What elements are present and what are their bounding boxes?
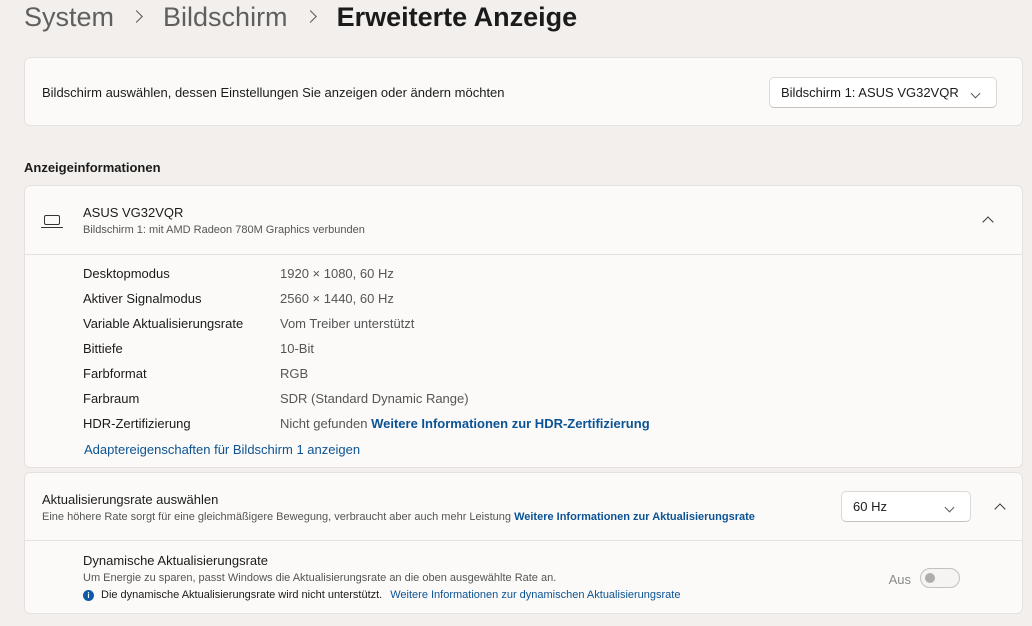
divider	[25, 540, 1022, 541]
dynamic-refresh-title: Dynamische Aktualisierungsrate	[83, 553, 268, 568]
chevron-up-icon	[982, 216, 994, 228]
chevron-down-icon	[970, 88, 981, 99]
refresh-rate-card: Aktualisierungsrate auswählen Eine höher…	[24, 472, 1023, 614]
display-info-header[interactable]: ASUS VG32VQR Bildschirm 1: mit AMD Radeo…	[25, 186, 1022, 255]
info-label-vrr: Variable Aktualisierungsrate	[83, 316, 244, 331]
refresh-rate-info-link[interactable]: Weitere Informationen zur Aktualisierung…	[514, 511, 755, 523]
breadcrumb-bildschirm[interactable]: Bildschirm	[163, 2, 288, 33]
dynamic-refresh-toggle-label: Aus	[888, 572, 911, 587]
device-name: ASUS VG32VQR	[83, 205, 184, 220]
info-value-vrr: Vom Treiber unterstützt	[280, 316, 415, 331]
refresh-rate-subtitle-text: Eine höhere Rate sorgt für eine gleichmä…	[42, 511, 511, 523]
info-value-hdr-cert: Nicht gefunden Weitere Informationen zur…	[280, 416, 650, 431]
laptop-icon	[41, 215, 63, 229]
adapter-properties-link[interactable]: Adaptereigenschaften für Bildschirm 1 an…	[84, 442, 360, 457]
collapse-refresh-rate-button[interactable]	[985, 492, 1015, 522]
info-value-desktop-mode: 1920 × 1080, 60 Hz	[280, 266, 394, 281]
dynamic-refresh-subtitle: Um Energie zu sparen, passt Windows die …	[83, 572, 557, 584]
hdr-cert-status: Nicht gefunden	[280, 416, 368, 431]
refresh-rate-value: 60 Hz	[853, 499, 887, 514]
breadcrumb-separator-icon	[130, 10, 143, 23]
info-label-signal-mode: Aktiver Signalmodus	[83, 291, 202, 306]
info-label-bit-depth: Bittiefe	[83, 341, 123, 356]
device-subtitle: Bildschirm 1: mit AMD Radeon 780M Graphi…	[83, 224, 365, 236]
refresh-rate-subtitle: Eine höhere Rate sorgt für eine gleichmä…	[42, 511, 755, 523]
dynamic-refresh-note-text: Die dynamische Aktualisierungsrate wird …	[101, 589, 383, 601]
refresh-rate-title: Aktualisierungsrate auswählen	[42, 492, 219, 507]
chevron-up-icon	[994, 503, 1006, 515]
info-value-signal-mode: 2560 × 1440, 60 Hz	[280, 291, 394, 306]
breadcrumb-system[interactable]: System	[24, 2, 114, 33]
info-value-color-space: SDR (Standard Dynamic Range)	[280, 391, 469, 406]
select-display-label: Bildschirm auswählen, dessen Einstellung…	[42, 85, 505, 100]
select-display-card: Bildschirm auswählen, dessen Einstellung…	[24, 57, 1023, 126]
info-label-color-space: Farbraum	[83, 391, 140, 406]
display-info-card: ASUS VG32VQR Bildschirm 1: mit AMD Radeo…	[24, 185, 1023, 468]
info-label-color-format: Farbformat	[83, 366, 147, 381]
info-value-bit-depth: 10-Bit	[280, 341, 314, 356]
page-title: Erweiterte Anzeige	[336, 2, 578, 32]
info-label-hdr-cert: HDR-Zertifizierung	[83, 416, 191, 431]
display-select-dropdown[interactable]: Bildschirm 1: ASUS VG32VQR	[769, 77, 997, 108]
toggle-knob	[925, 573, 935, 583]
refresh-rate-dropdown[interactable]: 60 Hz	[841, 491, 971, 522]
section-heading-display-info: Anzeigeinformationen	[24, 160, 161, 175]
hdr-cert-link[interactable]: Weitere Informationen zur HDR-Zertifizie…	[371, 416, 650, 431]
info-value-color-format: RGB	[280, 366, 309, 381]
dynamic-refresh-toggle[interactable]	[920, 568, 960, 588]
dynamic-refresh-info-link[interactable]: Weitere Informationen zur dynamischen Ak…	[390, 589, 680, 601]
breadcrumb: System Bildschirm Erweiterte Anzeige	[24, 2, 577, 33]
dynamic-refresh-note: i Die dynamische Aktualisierungsrate wir…	[83, 589, 680, 601]
breadcrumb-separator-icon	[303, 10, 317, 23]
info-icon: i	[83, 589, 94, 601]
chevron-down-icon	[944, 502, 955, 513]
collapse-display-info-button[interactable]	[973, 205, 1003, 235]
display-select-value: Bildschirm 1: ASUS VG32VQR	[781, 85, 959, 100]
info-label-desktop-mode: Desktopmodus	[83, 266, 170, 281]
